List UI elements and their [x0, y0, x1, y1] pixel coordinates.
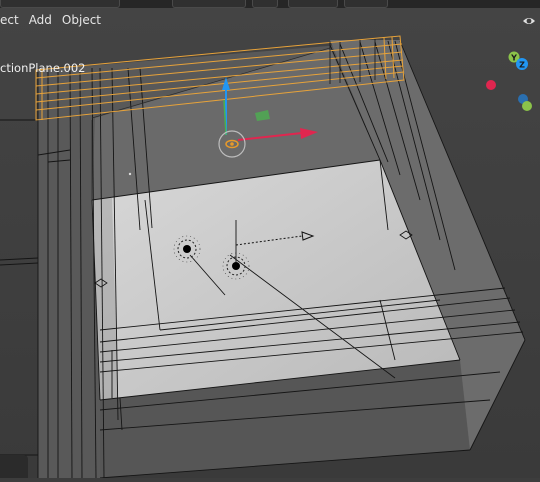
top-bar	[0, 0, 540, 8]
eye-icon[interactable]	[522, 14, 536, 28]
workspace-field[interactable]	[0, 0, 120, 8]
menu-object[interactable]: Object	[57, 8, 106, 32]
menu-add[interactable]: Add	[24, 8, 57, 32]
snapping-dropdown[interactable]	[288, 0, 338, 8]
navigation-gizmo[interactable]: Y Z	[480, 45, 540, 115]
wall-dot	[128, 172, 132, 176]
gizmo-y-label: Y	[510, 54, 517, 63]
3d-viewport[interactable]: ect Add Object ctionPlane.002 Y Z	[0, 0, 540, 479]
pivot-dropdown[interactable]	[252, 0, 278, 8]
transform-orientation-dropdown[interactable]	[172, 0, 246, 8]
gizmo-z-label: Z	[519, 61, 525, 70]
corner-panel-tab[interactable]	[0, 455, 28, 478]
active-object-label: ctionPlane.002	[0, 61, 86, 75]
menu-object-partial[interactable]: ect	[0, 8, 24, 32]
gizmo-y-neg[interactable]	[522, 101, 532, 111]
viewport-menu-bar: ect Add Object	[0, 8, 540, 32]
proportional-edit-dropdown[interactable]	[344, 0, 388, 8]
gizmo-x-neg[interactable]	[486, 80, 496, 90]
